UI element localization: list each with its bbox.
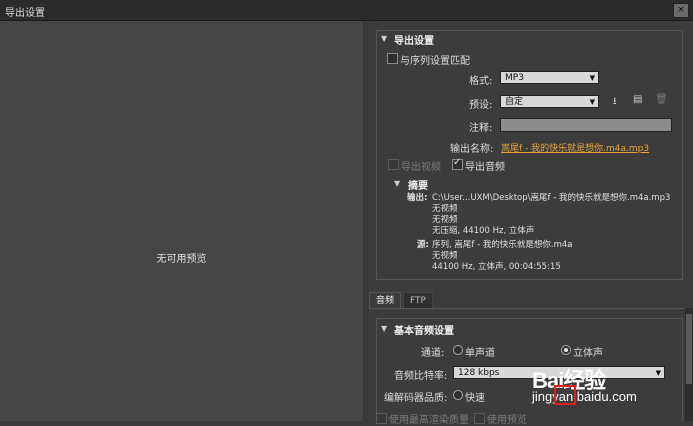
delete-preset-icon[interactable]: 🗑	[655, 94, 668, 105]
stereo-radio[interactable]	[561, 345, 571, 355]
window-titlebar: 导出设置 ×	[0, 0, 693, 21]
comment-label: 注释:	[469, 123, 493, 134]
basic-audio-header: 基本音频设置	[394, 326, 454, 337]
summary-output-line: 无压缩, 44100 Hz, 立体声	[432, 226, 535, 236]
summary-collapse-icon[interactable]: ▼	[394, 179, 400, 188]
close-icon: ×	[677, 5, 685, 15]
stereo-label: 立体声	[573, 348, 603, 359]
summary-source-line: 无视频	[432, 251, 458, 261]
tab-audio[interactable]: 音频	[369, 292, 402, 309]
preset-label: 预设:	[469, 100, 493, 111]
highlight-box	[554, 385, 576, 405]
export-audio-checkbox[interactable]	[452, 157, 463, 170]
codec-quality-label: 编解码器品质:	[384, 393, 448, 404]
fast-label: 快速	[465, 393, 485, 404]
watermark-url: jingyan.baidu.com	[532, 389, 637, 404]
max-render-quality-label: 使用最高渲染质量	[389, 415, 469, 426]
summary-output-line: C:\User...UXM\Desktop\嵩尾f - 我的快乐就是想你.m4a…	[432, 193, 671, 203]
export-settings-header: 导出设置	[394, 36, 434, 47]
window-title: 导出设置	[5, 8, 45, 19]
baidu-watermark: Bai经验 jingyan.baidu.com	[532, 363, 664, 413]
preset-select[interactable]: 自定 ▼	[500, 95, 599, 108]
export-video-checkbox[interactable]	[388, 159, 399, 170]
format-value: MP3	[505, 73, 524, 83]
no-preview-message: 无可用预览	[156, 254, 207, 265]
tab-ftp-label: FTP	[410, 296, 426, 306]
bitrate-value: 128 kbps	[458, 368, 500, 378]
summary-output-line: 无视频	[432, 215, 458, 225]
scrollbar-thumb[interactable]	[686, 314, 692, 384]
use-preview-checkbox[interactable]	[474, 413, 485, 424]
match-sequence-checkbox[interactable]	[387, 53, 398, 64]
basic-audio-collapse-icon[interactable]: ▼	[381, 324, 387, 333]
close-button[interactable]: ×	[673, 3, 689, 18]
save-preset-icon[interactable]: ⭳	[613, 94, 617, 111]
use-preview-label: 使用预览	[487, 415, 527, 426]
output-name-label: 输出名称:	[450, 144, 494, 155]
export-video-label: 导出视频	[401, 162, 441, 173]
tab-audio-label: 音频	[376, 296, 395, 306]
fast-radio[interactable]	[453, 390, 463, 400]
summary-source-label: 源:	[417, 240, 429, 250]
mono-radio[interactable]	[453, 345, 463, 355]
mono-label: 单声道	[465, 348, 495, 359]
format-label: 格式:	[469, 76, 493, 87]
bitrate-label: 音频比特率:	[394, 371, 448, 382]
comment-input[interactable]	[500, 118, 672, 132]
match-sequence-label: 与序列设置匹配	[400, 56, 470, 67]
audio-scrollbar[interactable]	[685, 308, 693, 421]
import-preset-icon[interactable]: ▤	[633, 94, 642, 105]
preset-value: 自定	[505, 97, 524, 107]
dropdown-arrow-icon: ▼	[589, 98, 595, 106]
dropdown-arrow-icon: ▼	[589, 74, 595, 82]
summary-header: 摘要	[408, 181, 428, 192]
summary-source-line: 序列, 嵩尾f - 我的快乐就是想你.m4a	[432, 240, 573, 250]
summary-source-line: 44100 Hz, 立体声, 00:04:55:15	[432, 262, 561, 272]
summary-output-label: 输出:	[407, 193, 428, 203]
settings-tabs: 音频 FTP	[369, 292, 693, 310]
channels-label: 通道:	[421, 348, 445, 359]
max-render-quality-checkbox[interactable]	[376, 413, 387, 424]
format-select[interactable]: MP3 ▼	[500, 71, 599, 84]
output-name-link[interactable]: 嵩尾f - 我的快乐就是想你.m4a.mp3	[501, 141, 649, 154]
preview-pane: 无可用预览	[0, 21, 364, 421]
collapse-triangle-icon[interactable]: ▼	[381, 34, 387, 43]
export-audio-label: 导出音频	[465, 162, 505, 173]
summary-output-line: 无视频	[432, 204, 458, 214]
